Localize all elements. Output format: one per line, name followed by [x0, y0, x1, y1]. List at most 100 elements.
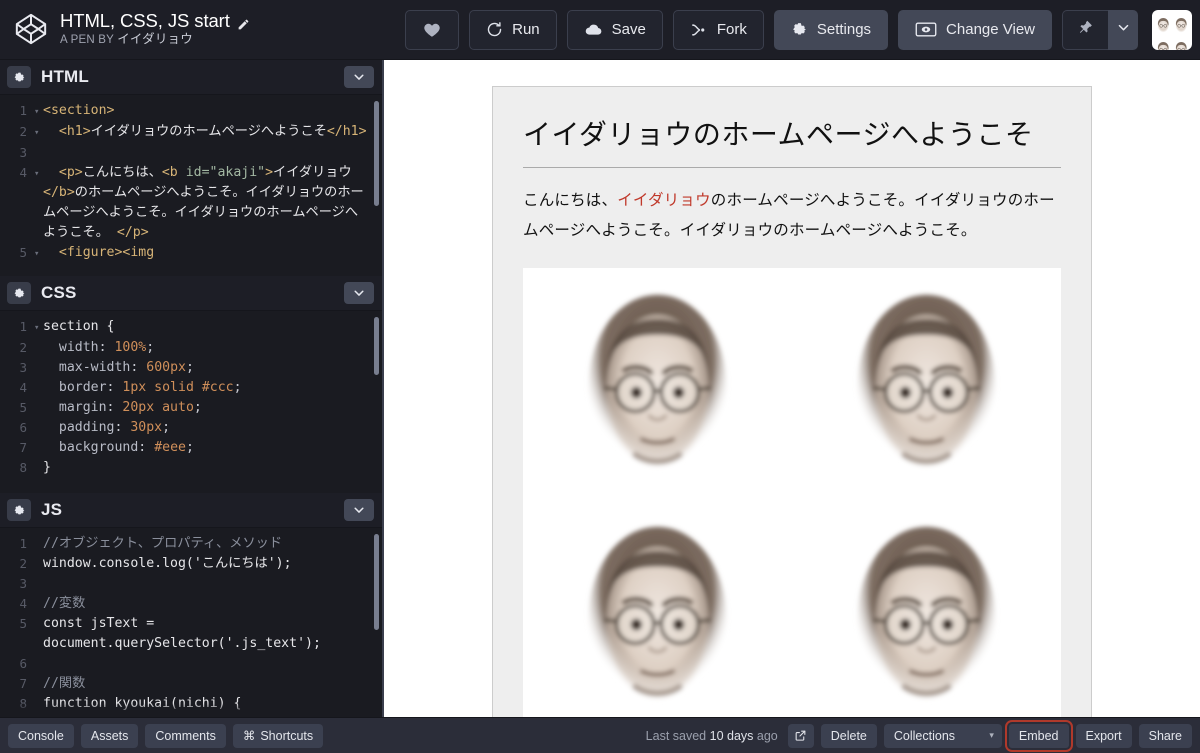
code-line: 5 const jsText = document.querySelector(… — [0, 614, 382, 654]
pencil-icon[interactable] — [237, 15, 250, 29]
code-fade-overlay — [0, 479, 382, 493]
saved-time: 10 days — [709, 728, 754, 743]
embed-label: Embed — [1018, 728, 1059, 743]
preview-pane[interactable]: イイダリョウのホームページへようこそ こんにちは、イイダリョウのホームページへよ… — [384, 60, 1200, 717]
css-selector: section { — [43, 319, 115, 334]
run-label: Run — [512, 21, 540, 38]
line-number: 3 — [19, 360, 27, 375]
html-l4-b-text: イイダリョウ — [273, 165, 352, 180]
share-button[interactable]: Share — [1138, 723, 1192, 748]
save-button[interactable]: Save — [566, 9, 663, 50]
code-line: 7 background: #eee; — [0, 438, 382, 458]
code-line: 7 //関数 — [0, 674, 382, 694]
pen-author[interactable]: イイダリョウ — [117, 32, 193, 46]
code-line: 2 width: 100%; — [0, 338, 382, 358]
code-editor-js[interactable]: 1 //オブジェクト、プロパティ、メソッド 2 window.console.l… — [0, 528, 382, 717]
change-view-button[interactable]: Change View — [898, 9, 1052, 50]
line-number: 6 — [19, 420, 27, 435]
pane-title-html: HTML — [41, 67, 90, 86]
codepen-logo-icon[interactable] — [14, 12, 48, 46]
pane-header-js: JS — [0, 493, 382, 528]
top-actions: Run Save Fork Settings Change View — [405, 9, 1192, 50]
html-l4-b-open: <b — [161, 165, 178, 180]
html-editor-scrollbar[interactable] — [374, 101, 379, 206]
line-number: 5 — [19, 616, 27, 631]
css-val: 600px — [146, 360, 186, 375]
html-l4-p-open: <p> — [58, 165, 83, 180]
editor-body: HTML 1 ▾ <section> 2 ▾ <h1>イイダリョウのホームページ — [0, 60, 1200, 717]
css-collapse-chevron-down-icon[interactable] — [344, 282, 374, 304]
css-val: #eee — [154, 440, 186, 455]
fork-button[interactable]: Fork — [672, 9, 764, 50]
code-editor-html[interactable]: 1 ▾ <section> 2 ▾ <h1>イイダリョウのホームページへようこそ… — [0, 95, 382, 276]
html-collapse-chevron-down-icon[interactable] — [344, 66, 374, 88]
portrait-photo-1 — [523, 268, 792, 500]
fork-label: Fork — [716, 21, 747, 38]
html-l4-b-gt: > — [265, 165, 274, 180]
css-val: 100% — [114, 340, 147, 355]
assets-button[interactable]: Assets — [80, 723, 139, 748]
code-line: 8 } — [0, 458, 382, 478]
heart-icon — [423, 21, 441, 39]
comments-button[interactable]: Comments — [145, 723, 226, 748]
pen-branding: HTML, CSS, JS start A PEN BY イイダリョウ — [14, 9, 250, 48]
settings-button[interactable]: Settings — [773, 9, 889, 50]
pin-button[interactable] — [1062, 9, 1108, 50]
export-button[interactable]: Export — [1075, 723, 1132, 748]
fold-arrow-icon[interactable]: ▾ — [34, 163, 43, 184]
code-line: 2 window.console.log('こんにちは'); — [0, 554, 382, 574]
pen-title-block: HTML, CSS, JS start A PEN BY イイダリョウ — [60, 9, 250, 48]
code-editor-css[interactable]: 1 ▾ section { 2 width: 100%; 3 max-width… — [0, 311, 382, 493]
fold-arrow-icon[interactable]: ▾ — [34, 101, 43, 122]
portrait-photo-3 — [523, 499, 792, 717]
code-line: 3 max-width: 600px; — [0, 358, 382, 378]
css-settings-gear-icon[interactable] — [7, 282, 31, 304]
html-l1-section-open: <section> — [43, 103, 115, 118]
bottom-toolbar: Console Assets Comments ⌘ Shortcuts Last… — [0, 717, 1200, 753]
line-number: 5 — [19, 400, 27, 415]
code-line: 1 //オブジェクト、プロパティ、メソッド — [0, 534, 382, 554]
embed-button[interactable]: Embed — [1004, 719, 1073, 752]
pin-button-group — [1062, 9, 1138, 50]
preview-heading: イイダリョウのホームページへようこそ — [523, 117, 1061, 168]
code-line: 5 margin: 20px auto; — [0, 398, 382, 418]
page-title[interactable]: HTML, CSS, JS start — [60, 9, 250, 31]
collections-dropdown[interactable]: Collections ▾ — [883, 723, 1002, 748]
save-label: Save — [611, 21, 646, 38]
run-button[interactable]: Run — [469, 9, 557, 50]
shortcuts-button[interactable]: ⌘ Shortcuts — [232, 723, 324, 748]
top-toolbar: HTML, CSS, JS start A PEN BY イイダリョウ Run … — [0, 0, 1200, 60]
external-link-icon[interactable] — [787, 723, 814, 748]
delete-button[interactable]: Delete — [820, 723, 877, 748]
refresh-run-icon — [486, 21, 503, 38]
portrait-photo-grid — [523, 268, 1061, 717]
js-code: const jsText = document.querySelector('.… — [43, 616, 321, 651]
code-line: 1 ▾ <section> — [0, 101, 382, 122]
fold-arrow-icon[interactable]: ▾ — [34, 243, 43, 264]
js-editor-scrollbar[interactable] — [374, 534, 379, 630]
avatar[interactable] — [1152, 9, 1192, 50]
code-line: 6 — [0, 654, 382, 674]
line-number: 2 — [19, 124, 27, 139]
console-button[interactable]: Console — [8, 723, 74, 748]
layout-eye-icon — [915, 21, 937, 38]
html-settings-gear-icon[interactable] — [7, 66, 31, 88]
line-number: 7 — [19, 676, 27, 691]
css-editor-scrollbar[interactable] — [374, 317, 379, 375]
fold-arrow-icon[interactable]: ▾ — [34, 317, 43, 338]
html-l2-h1-open: <h1> — [58, 124, 91, 139]
pen-title-text: HTML, CSS, JS start — [60, 9, 230, 31]
js-collapse-chevron-down-icon[interactable] — [344, 499, 374, 521]
js-settings-gear-icon[interactable] — [7, 499, 31, 521]
pane-header-css: CSS — [0, 276, 382, 311]
love-button[interactable] — [405, 9, 460, 50]
chevron-down-icon — [1116, 20, 1131, 40]
shortcuts-label: Shortcuts — [260, 728, 314, 743]
line-number: 1 — [19, 103, 27, 118]
code-fade-overlay — [0, 262, 382, 276]
line-number: 6 — [19, 656, 27, 671]
css-close-brace: } — [43, 460, 51, 475]
html-l4-b-close: </b> — [43, 185, 75, 200]
fold-arrow-icon[interactable]: ▾ — [34, 122, 43, 143]
pin-dropdown-button[interactable] — [1108, 9, 1138, 50]
